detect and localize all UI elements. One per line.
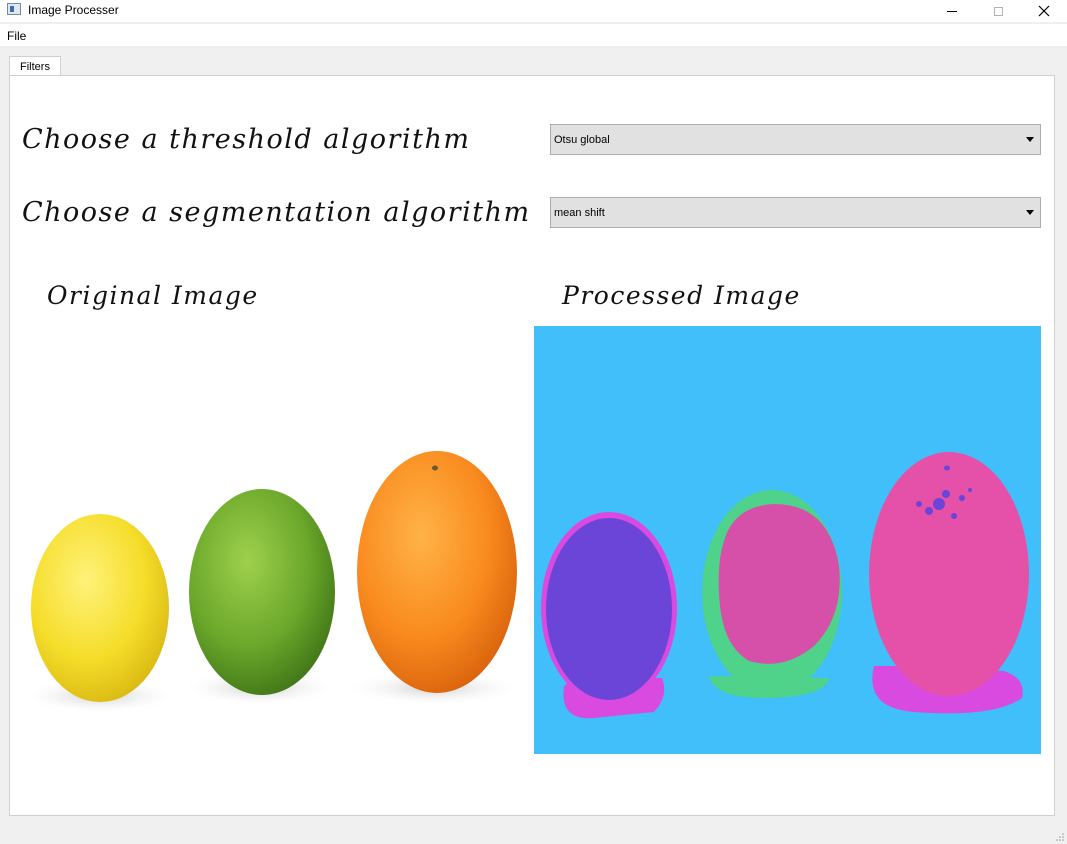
- threshold-label: Choose a threshold algorithm: [22, 124, 471, 155]
- segmentation-select-value: mean shift: [554, 207, 605, 219]
- segmentation-select[interactable]: mean shift: [550, 197, 1041, 228]
- maximize-icon: [993, 6, 1003, 16]
- processed-image: [534, 326, 1041, 754]
- app-window-icon: [7, 3, 21, 15]
- window-title: Image Processer: [28, 3, 119, 17]
- lime: [189, 489, 335, 695]
- dropdown-arrow-icon: [1026, 210, 1034, 215]
- close-button[interactable]: [1021, 0, 1067, 22]
- menu-bar: File: [0, 24, 1067, 46]
- close-icon: [1038, 5, 1050, 17]
- threshold-select-value: Otsu global: [554, 134, 610, 146]
- original-image-label: Original Image: [47, 281, 259, 310]
- tab-filters[interactable]: Filters: [9, 56, 61, 76]
- threshold-select[interactable]: Otsu global: [550, 124, 1041, 155]
- orange-stem-segment: [944, 465, 950, 471]
- minimize-button[interactable]: [929, 0, 975, 22]
- processed-image-label: Processed Image: [562, 281, 801, 310]
- original-image: [20, 326, 527, 754]
- resize-grip-icon[interactable]: [1055, 832, 1065, 842]
- orange: [357, 451, 517, 693]
- minimize-icon: [947, 10, 957, 12]
- orange-segment: [869, 452, 1029, 696]
- menu-file[interactable]: File: [7, 29, 26, 43]
- lemon: [31, 514, 169, 702]
- title-bar: Image Processer: [0, 0, 1067, 22]
- maximize-button[interactable]: [975, 0, 1021, 22]
- lemon-segment: [546, 518, 672, 700]
- dropdown-arrow-icon: [1026, 137, 1034, 142]
- segmentation-label: Choose a segmentation algorithm: [22, 197, 531, 228]
- orange-stem: [432, 465, 438, 471]
